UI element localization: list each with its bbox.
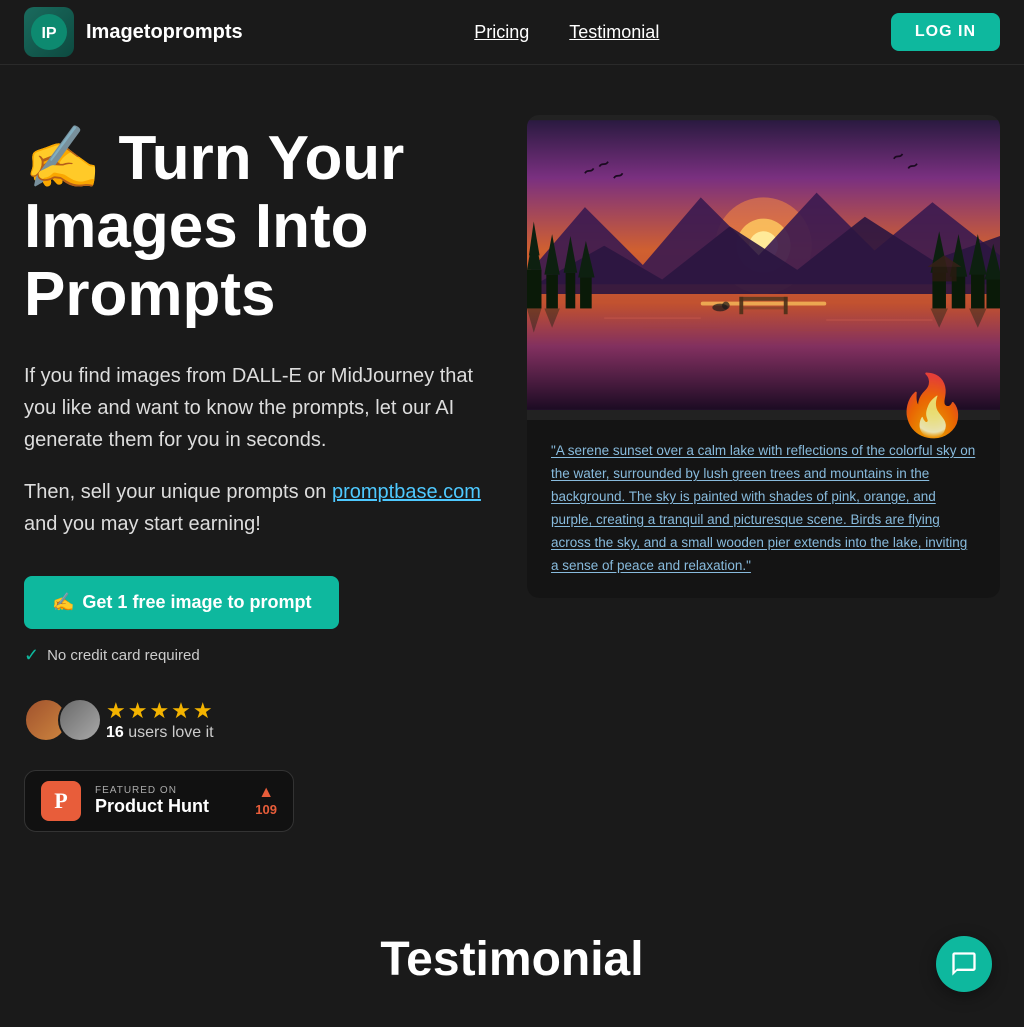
nav-brand-area: IP Imagetoprompts — [24, 7, 243, 57]
image-container: 🔥 "A serene sunset over a calm lake with… — [527, 115, 1000, 598]
ph-upvotes: ▲ 109 — [255, 784, 277, 817]
check-icon: ✓ — [24, 645, 39, 666]
product-hunt-text: FEATURED ON Product Hunt — [95, 785, 241, 817]
pricing-link[interactable]: Pricing — [474, 22, 529, 43]
image-caption-text: "A serene sunset over a calm lake with r… — [551, 440, 976, 578]
navbar: IP Imagetoprompts Pricing Testimonial LO… — [0, 0, 1024, 65]
users-count-text: 16 users love it — [106, 724, 215, 742]
prompt-flame-icon: 🔥 — [895, 370, 970, 441]
no-credit-text: ✓ No credit card required — [24, 645, 497, 666]
chat-button[interactable] — [936, 936, 992, 992]
hero-right: 🔥 "A serene sunset over a calm lake with… — [527, 115, 1000, 598]
rating-area: ★★★★★ 16 users love it — [106, 698, 215, 742]
no-credit-label: No credit card required — [47, 647, 200, 664]
avatars-group — [24, 698, 92, 742]
promptbase-link[interactable]: promptbase.com — [332, 481, 481, 503]
logo-icon: IP — [24, 7, 74, 57]
cta-button[interactable]: ✍️ Get 1 free image to prompt — [24, 576, 339, 629]
nav-links: Pricing Testimonial — [474, 22, 659, 43]
stars-rating: ★★★★★ — [106, 698, 215, 724]
product-hunt-icon: P — [41, 781, 81, 821]
title-icon: ✍️ — [24, 124, 101, 193]
caption-overlay: 🔥 "A serene sunset over a calm lake with… — [527, 420, 1000, 598]
hero-left: ✍️ Turn Your Images Into Prompts If you … — [24, 125, 497, 832]
hero-description-1: If you find images from DALL-E or MidJou… — [24, 360, 497, 456]
users-suffix: users love it — [124, 724, 214, 741]
svg-text:IP: IP — [41, 25, 56, 42]
users-count: 16 — [106, 724, 124, 741]
chat-icon — [950, 950, 978, 978]
upvote-arrow-icon: ▲ — [258, 784, 274, 802]
testimonial-link[interactable]: Testimonial — [569, 22, 659, 43]
ph-featured-label: FEATURED ON — [95, 785, 241, 796]
upvote-count: 109 — [255, 802, 277, 817]
desc2-prefix: Then, sell your unique prompts on — [24, 481, 332, 503]
ph-name: Product Hunt — [95, 796, 241, 817]
testimonial-title: Testimonial — [24, 932, 1000, 987]
brand-name: Imagetoprompts — [86, 21, 243, 44]
product-hunt-badge[interactable]: P FEATURED ON Product Hunt ▲ 109 — [24, 770, 294, 832]
hero-title: ✍️ Turn Your Images Into Prompts — [24, 125, 497, 330]
login-button[interactable]: LOG IN — [891, 13, 1000, 51]
testimonial-section: Testimonial — [0, 872, 1024, 1027]
hero-section: ✍️ Turn Your Images Into Prompts If you … — [0, 65, 1024, 872]
hero-description-2: Then, sell your unique prompts on prompt… — [24, 476, 497, 540]
desc2-suffix: and you may start earning! — [24, 513, 261, 535]
cta-icon: ✍️ — [52, 592, 74, 613]
avatar-2 — [58, 698, 102, 742]
cta-label: Get 1 free image to prompt — [82, 592, 311, 613]
social-proof: ★★★★★ 16 users love it — [24, 698, 497, 742]
